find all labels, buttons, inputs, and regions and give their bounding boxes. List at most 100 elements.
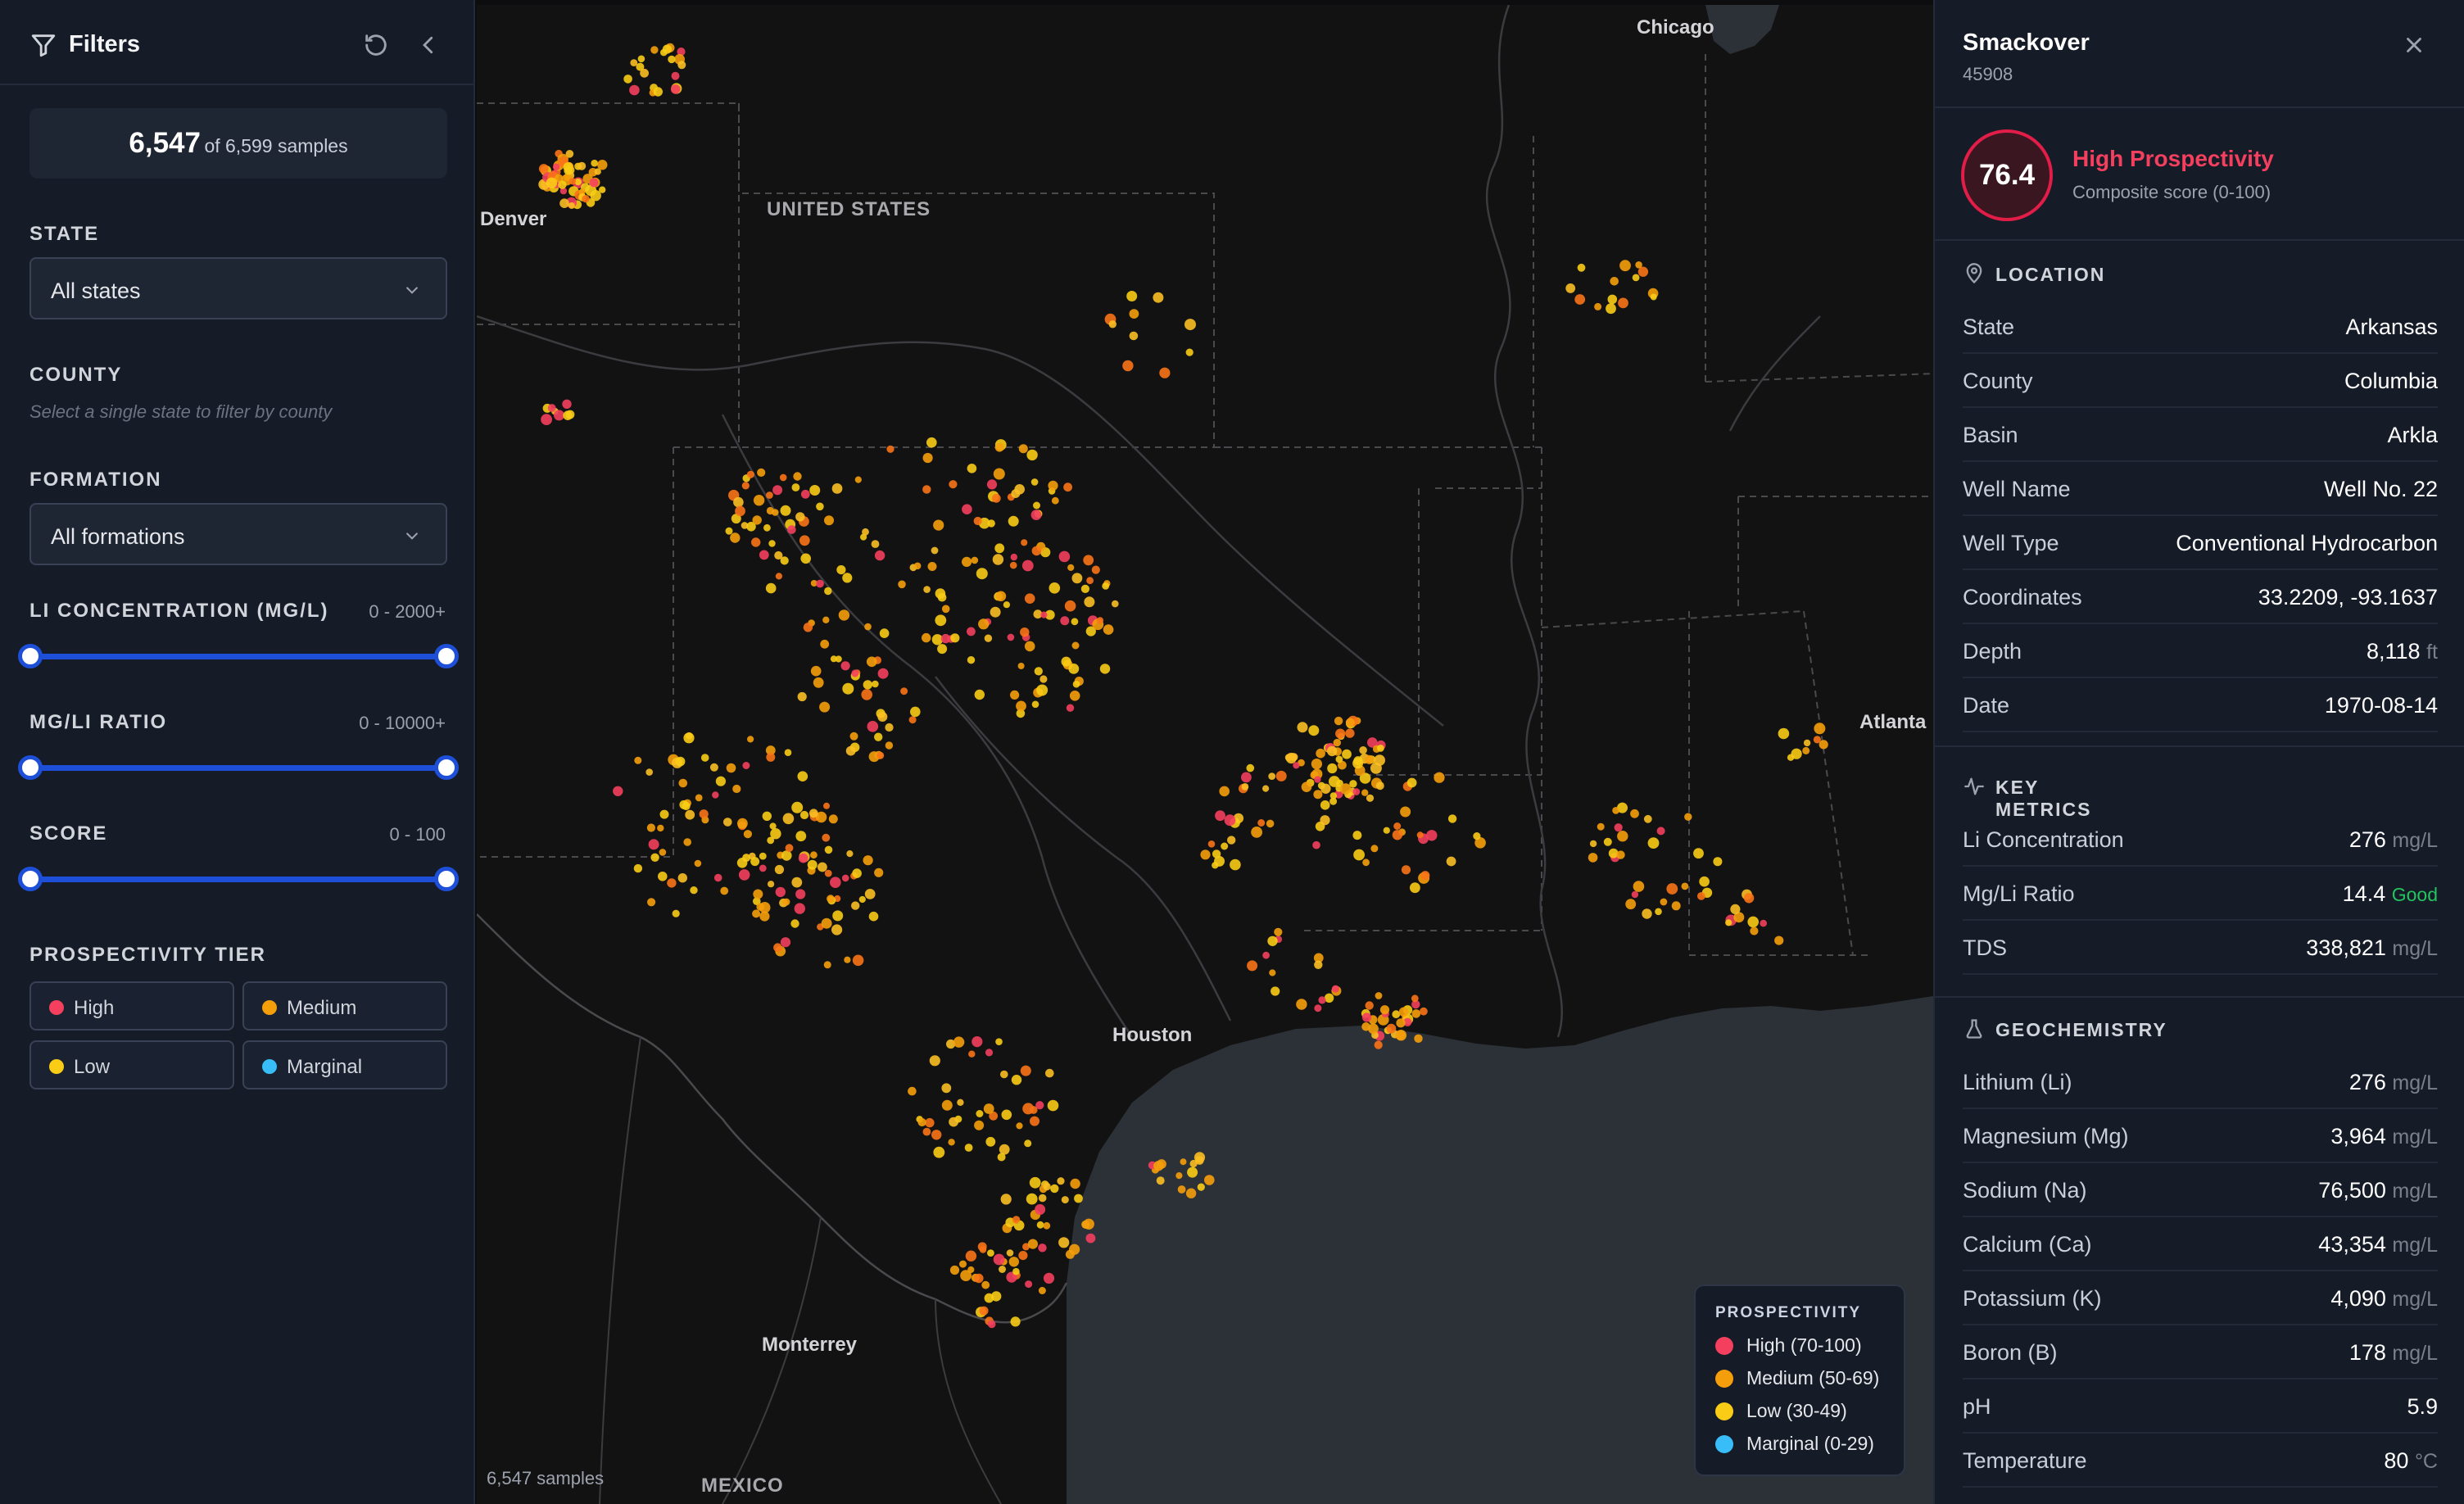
- sample-point[interactable]: [999, 1266, 1006, 1273]
- sample-point[interactable]: [599, 186, 606, 193]
- sample-point[interactable]: [957, 1099, 964, 1107]
- slider-max-handle[interactable]: [434, 755, 459, 780]
- sample-point[interactable]: [965, 1250, 977, 1262]
- sample-point[interactable]: [1030, 510, 1042, 520]
- sample-point[interactable]: [1035, 1204, 1046, 1215]
- sample-point[interactable]: [871, 540, 880, 548]
- sample-point[interactable]: [733, 496, 744, 508]
- sample-point[interactable]: [1126, 291, 1138, 301]
- sample-point[interactable]: [1045, 1068, 1054, 1078]
- sample-point[interactable]: [1616, 850, 1625, 859]
- sample-point[interactable]: [1275, 770, 1287, 781]
- sample-point[interactable]: [874, 550, 886, 561]
- sample-point[interactable]: [715, 776, 726, 786]
- sample-point[interactable]: [962, 556, 972, 568]
- sample-point[interactable]: [774, 550, 783, 560]
- sample-point[interactable]: [1112, 600, 1119, 608]
- sample-point[interactable]: [1014, 484, 1025, 495]
- sample-point[interactable]: [659, 849, 667, 856]
- sample-point[interactable]: [827, 895, 835, 903]
- sample-point[interactable]: [763, 523, 771, 532]
- sample-point[interactable]: [743, 830, 752, 839]
- sample-point[interactable]: [1320, 800, 1330, 810]
- sample-point[interactable]: [1035, 1101, 1044, 1110]
- sample-point[interactable]: [709, 763, 718, 772]
- sample-point[interactable]: [1297, 722, 1308, 733]
- sample-point[interactable]: [1642, 908, 1652, 919]
- sample-point[interactable]: [1813, 736, 1821, 744]
- sample-point[interactable]: [1224, 814, 1236, 827]
- sample-point[interactable]: [1594, 302, 1602, 310]
- sample-point[interactable]: [1122, 360, 1134, 372]
- sample-point[interactable]: [1057, 1177, 1065, 1185]
- sample-point[interactable]: [1085, 1233, 1096, 1244]
- sample-point[interactable]: [828, 814, 838, 824]
- sample-point[interactable]: [662, 44, 672, 54]
- sample-point[interactable]: [795, 889, 806, 899]
- sample-point[interactable]: [922, 1127, 931, 1136]
- sample-point[interactable]: [1331, 985, 1339, 993]
- sample-point[interactable]: [1334, 716, 1343, 726]
- sample-point[interactable]: [730, 532, 741, 543]
- sample-point[interactable]: [1061, 656, 1071, 667]
- sample-point[interactable]: [1416, 831, 1424, 839]
- sample-point[interactable]: [836, 565, 846, 575]
- sample-point[interactable]: [747, 736, 754, 743]
- sample-point[interactable]: [1012, 1216, 1021, 1224]
- sample-point[interactable]: [810, 665, 822, 677]
- sample-point[interactable]: [1617, 831, 1628, 842]
- sample-point[interactable]: [1446, 856, 1456, 867]
- sample-point[interactable]: [670, 84, 681, 94]
- mg-li-ratio-slider[interactable]: [18, 755, 459, 780]
- sample-point[interactable]: [1342, 749, 1352, 759]
- sample-point[interactable]: [766, 492, 773, 499]
- sample-point[interactable]: [623, 75, 632, 84]
- sample-point[interactable]: [558, 180, 567, 189]
- sample-point[interactable]: [1383, 827, 1390, 834]
- sample-point[interactable]: [1033, 501, 1040, 510]
- sample-point[interactable]: [770, 828, 781, 840]
- sample-point[interactable]: [1017, 663, 1025, 669]
- sample-point[interactable]: [971, 556, 979, 564]
- sample-point[interactable]: [1630, 809, 1639, 818]
- sample-point[interactable]: [559, 198, 569, 208]
- sample-point[interactable]: [1024, 1139, 1032, 1148]
- sample-point[interactable]: [1697, 892, 1705, 900]
- sample-point[interactable]: [862, 528, 869, 536]
- sample-point[interactable]: [974, 689, 985, 700]
- sample-point[interactable]: [863, 680, 872, 690]
- sample-point[interactable]: [1129, 309, 1139, 319]
- sample-point[interactable]: [925, 1117, 935, 1128]
- sample-point[interactable]: [1257, 819, 1266, 827]
- sample-point[interactable]: [1061, 1196, 1069, 1204]
- sample-point[interactable]: [1016, 1122, 1023, 1130]
- sample-point[interactable]: [633, 863, 643, 873]
- sample-point[interactable]: [677, 61, 686, 70]
- sample-point[interactable]: [1335, 755, 1343, 763]
- sample-point[interactable]: [1606, 303, 1616, 315]
- sample-point[interactable]: [1074, 1194, 1083, 1203]
- sample-point[interactable]: [1393, 822, 1402, 830]
- sample-point[interactable]: [1370, 762, 1382, 774]
- sample-point[interactable]: [1577, 263, 1586, 272]
- sample-point[interactable]: [732, 784, 741, 794]
- sample-point[interactable]: [751, 537, 761, 547]
- sample-point[interactable]: [908, 716, 917, 724]
- sample-point[interactable]: [1043, 1272, 1055, 1284]
- sample-point[interactable]: [1066, 704, 1075, 712]
- sample-point[interactable]: [1036, 684, 1049, 696]
- sample-point[interactable]: [830, 877, 841, 888]
- sample-point[interactable]: [972, 1036, 983, 1048]
- sample-point[interactable]: [653, 87, 663, 97]
- sample-point[interactable]: [1227, 836, 1236, 845]
- sample-point[interactable]: [800, 489, 810, 499]
- sample-point[interactable]: [774, 864, 784, 875]
- slider-min-handle[interactable]: [18, 867, 43, 891]
- sample-point[interactable]: [974, 1120, 985, 1130]
- sample-point[interactable]: [1050, 1184, 1059, 1194]
- sample-point[interactable]: [797, 771, 808, 781]
- sample-point[interactable]: [1262, 785, 1270, 792]
- sample-point[interactable]: [984, 634, 993, 642]
- sample-point[interactable]: [1802, 746, 1810, 754]
- sample-point[interactable]: [937, 644, 948, 655]
